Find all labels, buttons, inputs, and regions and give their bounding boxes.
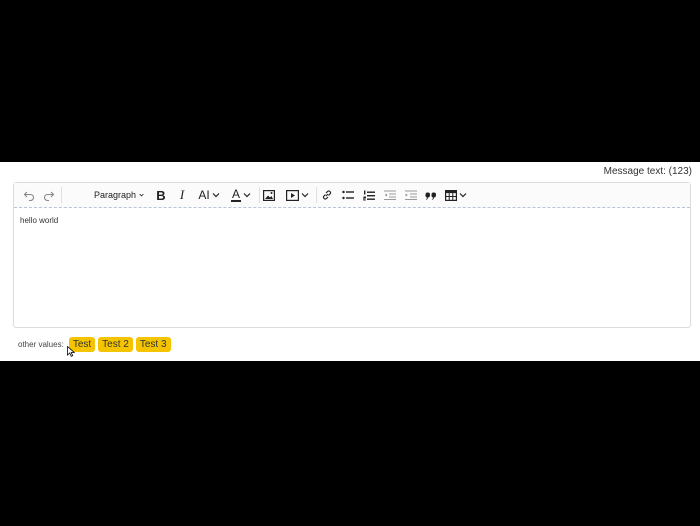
outdent-icon [384, 190, 396, 200]
editor-content[interactable]: hello world [14, 208, 690, 233]
chevron-down-icon [212, 193, 220, 198]
font-color-icon: A [231, 186, 241, 202]
indent-button[interactable] [404, 183, 418, 207]
bold-icon: B [156, 187, 166, 203]
chevron-down-icon [459, 193, 467, 198]
insert-media-dropdown[interactable] [284, 183, 310, 207]
italic-icon: I [179, 187, 185, 202]
block-quote-button[interactable] [424, 183, 438, 207]
font-color-dropdown[interactable]: A [229, 183, 253, 207]
paragraph-dropdown[interactable]: Paragraph [94, 183, 144, 207]
chevron-down-icon [301, 193, 308, 198]
italic-button[interactable]: I [175, 183, 189, 207]
editor-panel: Message text: (123) Paragraph B I AI A h… [0, 162, 700, 361]
quote-icon [425, 192, 436, 200]
insert-table-dropdown[interactable] [444, 183, 468, 207]
numbered-list-button[interactable] [362, 183, 376, 207]
table-icon [445, 189, 457, 201]
media-icon [285, 189, 299, 201]
redo-button[interactable] [42, 183, 56, 207]
font-color-bar [231, 199, 241, 202]
image-icon [263, 189, 275, 201]
rich-text-editor: Paragraph B I AI A hello world [13, 182, 691, 328]
editor-toolbar: Paragraph B I AI A [14, 183, 690, 208]
bold-button[interactable]: B [154, 183, 168, 207]
toolbar-separator [61, 187, 62, 203]
toolbar-separator [316, 187, 317, 203]
font-color-letter: A [231, 186, 240, 201]
editor-text: hello world [20, 216, 59, 225]
bulleted-list-button[interactable] [341, 183, 355, 207]
font-size-dropdown[interactable]: AI [196, 183, 222, 207]
value-chip-test-3[interactable]: Test 3 [135, 337, 171, 352]
indent-icon [405, 190, 417, 200]
undo-icon [23, 191, 34, 201]
numbered-list-icon [363, 190, 375, 200]
undo-button[interactable] [22, 183, 36, 207]
toolbar-separator [259, 187, 260, 203]
message-text-label: Message text: (123) [603, 166, 692, 177]
paragraph-dropdown-label: Paragraph [94, 190, 137, 200]
other-values-label: other values: [18, 340, 64, 349]
mouse-pointer-icon [67, 346, 75, 357]
font-size-icon: AI [198, 188, 210, 202]
chevron-down-icon [243, 193, 251, 198]
bulleted-list-icon [342, 190, 354, 200]
link-icon [322, 190, 332, 200]
redo-icon [44, 191, 55, 201]
chevron-down-icon [139, 193, 144, 197]
insert-image-button[interactable] [262, 183, 276, 207]
value-chip-test-2[interactable]: Test 2 [98, 337, 133, 352]
other-values-row: other values: Test Test 2 Test 3 [18, 337, 174, 352]
insert-link-button[interactable] [320, 183, 334, 207]
outdent-button[interactable] [383, 183, 397, 207]
